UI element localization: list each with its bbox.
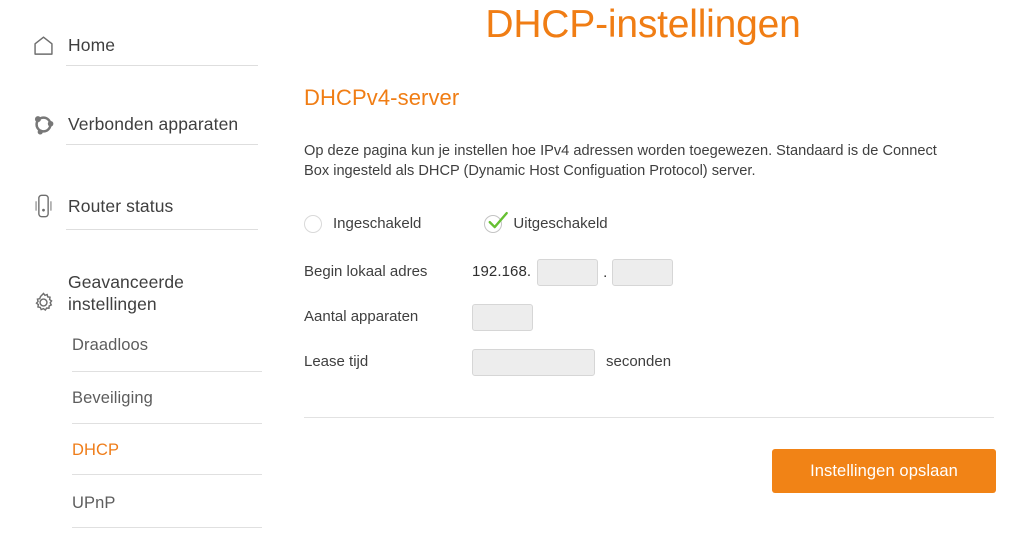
start-address-label: Begin lokaal adres xyxy=(304,263,428,280)
sidebar-subdivider xyxy=(72,423,262,424)
save-settings-button[interactable]: Instellingen opslaan xyxy=(772,449,996,493)
radio-option-uitgeschakeld-label: Uitgeschakeld xyxy=(513,215,608,232)
radio-circle-checked-icon xyxy=(484,211,509,233)
lease-time-label: Lease tijd xyxy=(304,353,369,370)
start-address-prefix: 192.168. xyxy=(472,263,532,280)
content-divider xyxy=(304,417,994,418)
sidebar-item-home-label: Home xyxy=(68,34,116,55)
dhcp-enable-radio-group: Ingeschakeld Uitgeschakeld xyxy=(304,211,608,234)
radio-circle-unchecked-icon xyxy=(304,215,322,233)
sidebar-item-dhcp[interactable]: DHCP xyxy=(72,440,262,461)
sidebar-subdivider xyxy=(72,527,262,528)
gear-icon xyxy=(28,264,58,322)
sidebar-subdivider xyxy=(72,371,262,372)
lease-time-input[interactable] xyxy=(472,348,595,376)
sidebar-item-upnp[interactable]: UPnP xyxy=(72,493,262,514)
sidebar-divider xyxy=(66,229,258,230)
start-address-octet4-input[interactable] xyxy=(612,258,674,286)
device-count-label: Aantal apparaten xyxy=(304,308,419,325)
home-icon xyxy=(28,28,58,62)
connected-devices-icon xyxy=(28,107,58,141)
green-check-icon xyxy=(488,211,509,229)
router-icon xyxy=(28,189,58,223)
section-title: DHCPv4-server xyxy=(304,85,460,110)
main-content: DHCP-instellingen DHCPv4-server Op deze … xyxy=(262,0,1024,537)
sidebar-item-advanced-settings[interactable]: Geavanceerde instellingen xyxy=(28,264,262,322)
sidebar: Home Verbonden apparaten Router status G… xyxy=(0,0,262,537)
sidebar-item-advanced-settings-label: Geavanceerde instellingen xyxy=(68,272,185,314)
sidebar-item-router-status-label: Router status xyxy=(68,195,174,216)
sidebar-item-router-status[interactable]: Router status xyxy=(28,189,262,223)
form-row-device-count: Aantal apparaten xyxy=(304,303,533,331)
device-count-input[interactable] xyxy=(472,303,533,331)
page-title: DHCP-instellingen xyxy=(485,3,801,46)
radio-option-uitgeschakeld[interactable]: Uitgeschakeld xyxy=(484,211,608,234)
sidebar-divider xyxy=(66,144,258,145)
sidebar-item-connected-devices[interactable]: Verbonden apparaten xyxy=(28,107,262,141)
form-row-start-address: Begin lokaal adres 192.168. . xyxy=(304,258,674,286)
lease-time-unit-label: seconden xyxy=(606,353,672,370)
sidebar-item-home[interactable]: Home xyxy=(28,28,262,62)
dhcp-settings-page: Home Verbonden apparaten Router status G… xyxy=(0,0,1024,537)
sidebar-item-connected-devices-label: Verbonden apparaten xyxy=(68,113,239,134)
sidebar-item-beveiliging[interactable]: Beveiliging xyxy=(72,388,262,409)
intro-paragraph: Op deze pagina kun je instellen hoe IPv4… xyxy=(304,143,937,179)
sidebar-subdivider xyxy=(72,474,262,475)
sidebar-item-draadloos[interactable]: Draadloos xyxy=(72,335,262,356)
start-address-octet3-input[interactable] xyxy=(537,258,599,286)
form-row-lease-time: Lease tijd seconden xyxy=(304,348,671,376)
sidebar-divider xyxy=(66,65,258,66)
radio-option-ingeschakeld-label: Ingeschakeld xyxy=(333,215,422,232)
start-address-separator: . xyxy=(603,263,608,281)
radio-option-ingeschakeld[interactable]: Ingeschakeld xyxy=(304,214,421,234)
